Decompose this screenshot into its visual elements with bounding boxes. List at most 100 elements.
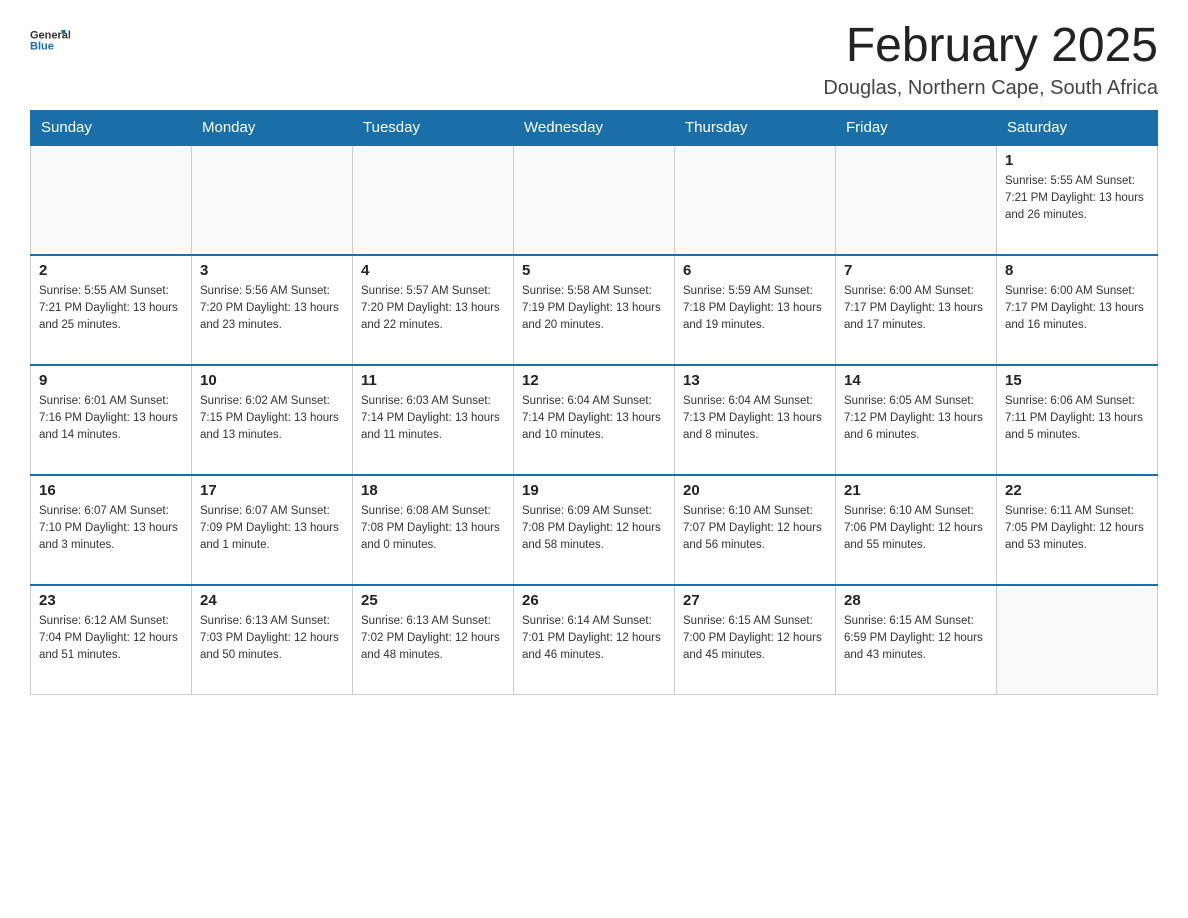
calendar-cell: 15 Sunrise: 6:06 AM Sunset: 7:11 PM Dayli… bbox=[997, 365, 1158, 475]
calendar-cell: 18Sunrise: 6:08 AM Sunset: 7:08 PM Dayli… bbox=[353, 475, 514, 585]
day-info: Sunrise: 6:05 AM Sunset: 7:12 PM Dayligh… bbox=[844, 393, 988, 445]
day-number: 4 bbox=[361, 262, 505, 279]
day-number: 6 bbox=[683, 262, 827, 279]
day-number: 25 bbox=[361, 592, 505, 609]
day-info: Sunrise: 6:09 AM Sunset: 7:08 PM Dayligh… bbox=[522, 503, 666, 555]
calendar-cell bbox=[31, 145, 192, 255]
day-info: Sunrise: 6:00 AM Sunset: 7:17 PM Dayligh… bbox=[844, 283, 988, 335]
day-number: 14 bbox=[844, 372, 988, 389]
calendar-cell: 27 Sunrise: 6:15 AM Sunset: 7:00 PM Dayli… bbox=[675, 585, 836, 695]
day-number: 15 bbox=[1005, 372, 1149, 389]
day-info: Sunrise: 6:06 AM Sunset: 7:11 PM Dayligh… bbox=[1005, 393, 1149, 445]
day-info: Sunrise: 6:10 AM Sunset: 7:07 PM Dayligh… bbox=[683, 503, 827, 555]
calendar-cell: 2 Sunrise: 5:55 AM Sunset: 7:21 PM Daylig… bbox=[31, 255, 192, 365]
calendar-cell: 19 Sunrise: 6:09 AM Sunset: 7:08 PM Dayli… bbox=[514, 475, 675, 585]
day-number: 7 bbox=[844, 262, 988, 279]
day-info: Sunrise: 5:58 AM Sunset: 7:19 PM Dayligh… bbox=[522, 283, 666, 335]
day-number: 18 bbox=[361, 482, 505, 499]
calendar-week-row: 23 Sunrise: 6:12 AM Sunset: 7:04 PM Dayli… bbox=[31, 585, 1158, 695]
calendar-cell: 8 Sunrise: 6:00 AM Sunset: 7:17 PM Daylig… bbox=[997, 255, 1158, 365]
day-info: Sunrise: 5:55 AM Sunset: 7:21 PM Dayligh… bbox=[1005, 173, 1149, 225]
logo: General Blue bbox=[30, 20, 70, 60]
calendar-cell: 16 Sunrise: 6:07 AM Sunset: 7:10 PM Dayli… bbox=[31, 475, 192, 585]
calendar-cell bbox=[836, 145, 997, 255]
day-info: Sunrise: 5:56 AM Sunset: 7:20 PM Dayligh… bbox=[200, 283, 344, 335]
month-title: February 2025 bbox=[823, 20, 1158, 73]
calendar-week-row: 16 Sunrise: 6:07 AM Sunset: 7:10 PM Dayli… bbox=[31, 475, 1158, 585]
calendar-cell: 20Sunrise: 6:10 AM Sunset: 7:07 PM Dayli… bbox=[675, 475, 836, 585]
day-number: 23 bbox=[39, 592, 183, 609]
day-info: Sunrise: 6:04 AM Sunset: 7:13 PM Dayligh… bbox=[683, 393, 827, 445]
calendar-cell: 6 Sunrise: 5:59 AM Sunset: 7:18 PM Daylig… bbox=[675, 255, 836, 365]
calendar-day-header: Wednesday bbox=[514, 110, 675, 145]
day-number: 8 bbox=[1005, 262, 1149, 279]
calendar-cell: 7 Sunrise: 6:00 AM Sunset: 7:17 PM Daylig… bbox=[836, 255, 997, 365]
page-header: General Blue February 2025 Douglas, Nort… bbox=[30, 20, 1158, 100]
day-info: Sunrise: 6:12 AM Sunset: 7:04 PM Dayligh… bbox=[39, 613, 183, 665]
calendar-cell bbox=[514, 145, 675, 255]
day-info: Sunrise: 6:07 AM Sunset: 7:10 PM Dayligh… bbox=[39, 503, 183, 555]
calendar-day-header: Monday bbox=[192, 110, 353, 145]
calendar-day-header: Tuesday bbox=[353, 110, 514, 145]
calendar-cell: 28 Sunrise: 6:15 AM Sunset: 6:59 PM Dayli… bbox=[836, 585, 997, 695]
day-number: 12 bbox=[522, 372, 666, 389]
day-info: Sunrise: 6:15 AM Sunset: 6:59 PM Dayligh… bbox=[844, 613, 988, 665]
day-info: Sunrise: 6:11 AM Sunset: 7:05 PM Dayligh… bbox=[1005, 503, 1149, 555]
calendar-cell: 5 Sunrise: 5:58 AM Sunset: 7:19 PM Daylig… bbox=[514, 255, 675, 365]
day-number: 2 bbox=[39, 262, 183, 279]
calendar-cell: 11Sunrise: 6:03 AM Sunset: 7:14 PM Dayli… bbox=[353, 365, 514, 475]
day-number: 28 bbox=[844, 592, 988, 609]
calendar-cell: 9Sunrise: 6:01 AM Sunset: 7:16 PM Daylig… bbox=[31, 365, 192, 475]
calendar-week-row: 1 Sunrise: 5:55 AM Sunset: 7:21 PM Daylig… bbox=[31, 145, 1158, 255]
calendar-cell: 24 Sunrise: 6:13 AM Sunset: 7:03 PM Dayli… bbox=[192, 585, 353, 695]
day-number: 5 bbox=[522, 262, 666, 279]
title-section: February 2025 Douglas, Northern Cape, So… bbox=[823, 20, 1158, 100]
day-number: 13 bbox=[683, 372, 827, 389]
day-number: 17 bbox=[200, 482, 344, 499]
calendar-day-header: Thursday bbox=[675, 110, 836, 145]
day-info: Sunrise: 5:57 AM Sunset: 7:20 PM Dayligh… bbox=[361, 283, 505, 335]
calendar-week-row: 2 Sunrise: 5:55 AM Sunset: 7:21 PM Daylig… bbox=[31, 255, 1158, 365]
day-info: Sunrise: 6:10 AM Sunset: 7:06 PM Dayligh… bbox=[844, 503, 988, 555]
calendar-cell: 17 Sunrise: 6:07 AM Sunset: 7:09 PM Dayli… bbox=[192, 475, 353, 585]
calendar-table: SundayMondayTuesdayWednesdayThursdayFrid… bbox=[30, 110, 1158, 696]
day-info: Sunrise: 6:13 AM Sunset: 7:02 PM Dayligh… bbox=[361, 613, 505, 665]
day-info: Sunrise: 5:55 AM Sunset: 7:21 PM Dayligh… bbox=[39, 283, 183, 335]
calendar-day-header: Friday bbox=[836, 110, 997, 145]
calendar-cell: 23 Sunrise: 6:12 AM Sunset: 7:04 PM Dayli… bbox=[31, 585, 192, 695]
day-number: 27 bbox=[683, 592, 827, 609]
calendar-cell: 22 Sunrise: 6:11 AM Sunset: 7:05 PM Dayli… bbox=[997, 475, 1158, 585]
day-number: 22 bbox=[1005, 482, 1149, 499]
day-info: Sunrise: 6:15 AM Sunset: 7:00 PM Dayligh… bbox=[683, 613, 827, 665]
day-number: 21 bbox=[844, 482, 988, 499]
day-info: Sunrise: 6:04 AM Sunset: 7:14 PM Dayligh… bbox=[522, 393, 666, 445]
day-number: 16 bbox=[39, 482, 183, 499]
calendar-cell: 26Sunrise: 6:14 AM Sunset: 7:01 PM Dayli… bbox=[514, 585, 675, 695]
calendar-cell: 21 Sunrise: 6:10 AM Sunset: 7:06 PM Dayli… bbox=[836, 475, 997, 585]
day-number: 26 bbox=[522, 592, 666, 609]
day-info: Sunrise: 6:00 AM Sunset: 7:17 PM Dayligh… bbox=[1005, 283, 1149, 335]
calendar-cell bbox=[997, 585, 1158, 695]
location-title: Douglas, Northern Cape, South Africa bbox=[823, 77, 1158, 100]
calendar-cell bbox=[675, 145, 836, 255]
svg-text:Blue: Blue bbox=[30, 41, 54, 53]
calendar-header-row: SundayMondayTuesdayWednesdayThursdayFrid… bbox=[31, 110, 1158, 145]
calendar-day-header: Saturday bbox=[997, 110, 1158, 145]
day-number: 10 bbox=[200, 372, 344, 389]
calendar-day-header: Sunday bbox=[31, 110, 192, 145]
day-info: Sunrise: 5:59 AM Sunset: 7:18 PM Dayligh… bbox=[683, 283, 827, 335]
day-number: 1 bbox=[1005, 152, 1149, 169]
calendar-cell: 14 Sunrise: 6:05 AM Sunset: 7:12 PM Dayli… bbox=[836, 365, 997, 475]
calendar-week-row: 9Sunrise: 6:01 AM Sunset: 7:16 PM Daylig… bbox=[31, 365, 1158, 475]
day-number: 9 bbox=[39, 372, 183, 389]
day-info: Sunrise: 6:13 AM Sunset: 7:03 PM Dayligh… bbox=[200, 613, 344, 665]
calendar-cell: 1 Sunrise: 5:55 AM Sunset: 7:21 PM Daylig… bbox=[997, 145, 1158, 255]
calendar-cell: 13 Sunrise: 6:04 AM Sunset: 7:13 PM Dayli… bbox=[675, 365, 836, 475]
day-number: 19 bbox=[522, 482, 666, 499]
calendar-cell: 4 Sunrise: 5:57 AM Sunset: 7:20 PM Daylig… bbox=[353, 255, 514, 365]
calendar-cell bbox=[192, 145, 353, 255]
day-number: 24 bbox=[200, 592, 344, 609]
day-info: Sunrise: 6:07 AM Sunset: 7:09 PM Dayligh… bbox=[200, 503, 344, 555]
calendar-cell: 25 Sunrise: 6:13 AM Sunset: 7:02 PM Dayli… bbox=[353, 585, 514, 695]
logo-svg: General Blue bbox=[30, 20, 70, 60]
